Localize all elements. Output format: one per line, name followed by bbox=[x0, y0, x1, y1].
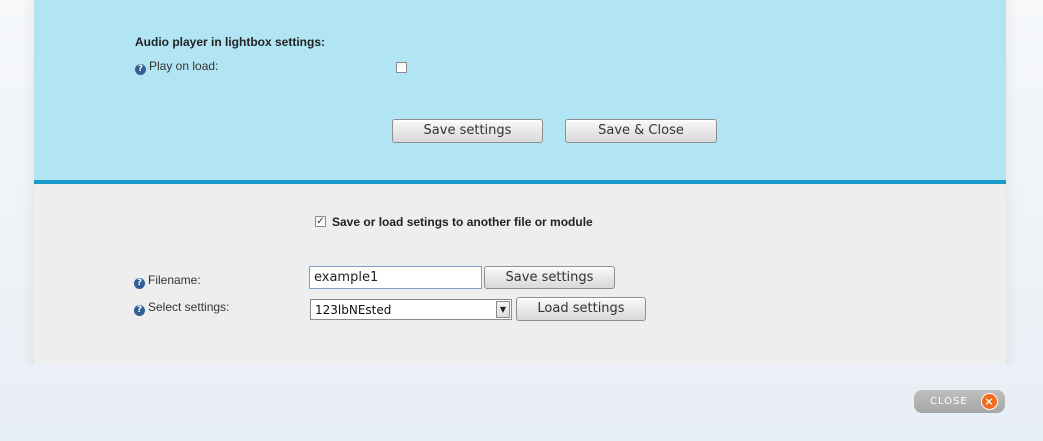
filename-save-button[interactable]: Save settings bbox=[484, 266, 615, 289]
play-on-load-row: ? Play on load: bbox=[135, 59, 218, 75]
lightbox-settings-panel: Audio player in lightbox settings: ? Play… bbox=[34, 0, 1006, 180]
help-icon[interactable]: ? bbox=[134, 305, 145, 316]
save-settings-button[interactable]: Save settings bbox=[392, 119, 543, 143]
help-icon[interactable]: ? bbox=[135, 64, 146, 75]
left-shadow bbox=[22, 0, 34, 365]
save-load-toggle-checkbox[interactable]: ✓ bbox=[315, 216, 326, 227]
close-button[interactable]: CLOSE × bbox=[914, 390, 1005, 413]
play-on-load-label: Play on load: bbox=[149, 59, 219, 73]
filename-label: Filename: bbox=[148, 273, 201, 287]
settings-select-value: 123lbNEsted bbox=[315, 303, 392, 317]
close-label: CLOSE bbox=[930, 396, 968, 407]
close-icon: × bbox=[981, 393, 998, 410]
save-load-toggle-label: Save or load setings to another file or … bbox=[332, 215, 593, 229]
select-settings-row: ? Select settings: bbox=[134, 300, 229, 316]
file-settings-panel: ✓ Save or load setings to another file o… bbox=[34, 184, 1006, 365]
settings-select[interactable]: 123lbNEsted ▼ bbox=[310, 299, 512, 320]
play-on-load-checkbox[interactable] bbox=[396, 62, 407, 73]
lightbox-settings-title: Audio player in lightbox settings: bbox=[135, 35, 326, 49]
load-settings-button[interactable]: Load settings bbox=[516, 297, 646, 321]
right-shadow bbox=[1006, 0, 1018, 365]
help-icon[interactable]: ? bbox=[134, 278, 145, 289]
filename-row: ? Filename: bbox=[134, 273, 201, 289]
select-settings-label: Select settings: bbox=[148, 300, 230, 314]
filename-input[interactable]: example1 bbox=[309, 266, 482, 289]
chevron-down-icon[interactable]: ▼ bbox=[496, 301, 510, 318]
save-close-button[interactable]: Save & Close bbox=[565, 119, 717, 143]
